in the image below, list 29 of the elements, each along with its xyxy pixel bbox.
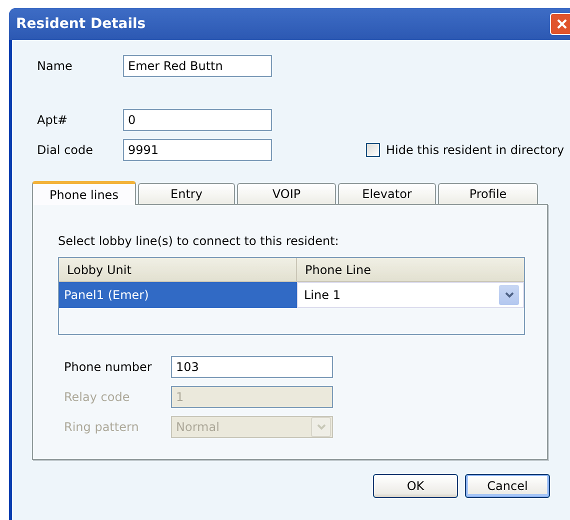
line-dropdown[interactable]: Line 1	[297, 282, 524, 308]
tab[interactable]: Elevator	[338, 183, 436, 204]
close-button[interactable]	[550, 13, 570, 35]
field-label: Ring pattern	[64, 420, 140, 434]
field-label: Name	[37, 59, 74, 73]
column-header: Lobby Unit	[59, 258, 297, 281]
field-label: Dial code	[37, 143, 94, 157]
table-cell[interactable]: Panel1 (Emer)	[59, 282, 297, 308]
window-title: Resident Details	[16, 16, 146, 32]
tab[interactable]: Entry	[138, 183, 235, 204]
tab[interactable]: Profile	[438, 183, 538, 204]
text-field[interactable]: 0	[123, 109, 272, 131]
text-field[interactable]: 9991	[123, 139, 272, 161]
close-icon	[556, 18, 568, 30]
chevron-down-icon	[316, 424, 326, 430]
tab[interactable]: Phone lines	[32, 181, 136, 205]
tab[interactable]: VOIP	[237, 183, 336, 204]
field-label: Relay code	[64, 390, 131, 404]
checkbox[interactable]	[366, 143, 380, 157]
dialog-button[interactable]: OK	[373, 474, 458, 498]
dialog-button[interactable]: Cancel	[465, 474, 550, 498]
text-field[interactable]: 103	[171, 356, 333, 378]
field-label: Apt#	[37, 113, 69, 127]
field-label: Phone number	[64, 360, 153, 374]
chevron-down-icon	[504, 292, 514, 298]
column-header: Phone Line	[304, 262, 372, 278]
text-field[interactable]: Emer Red Buttn	[123, 55, 272, 77]
checkbox-label: Hide this resident in directory	[386, 143, 564, 157]
instruction-text: Select lobby line(s) to connect to this resident:	[58, 234, 340, 248]
